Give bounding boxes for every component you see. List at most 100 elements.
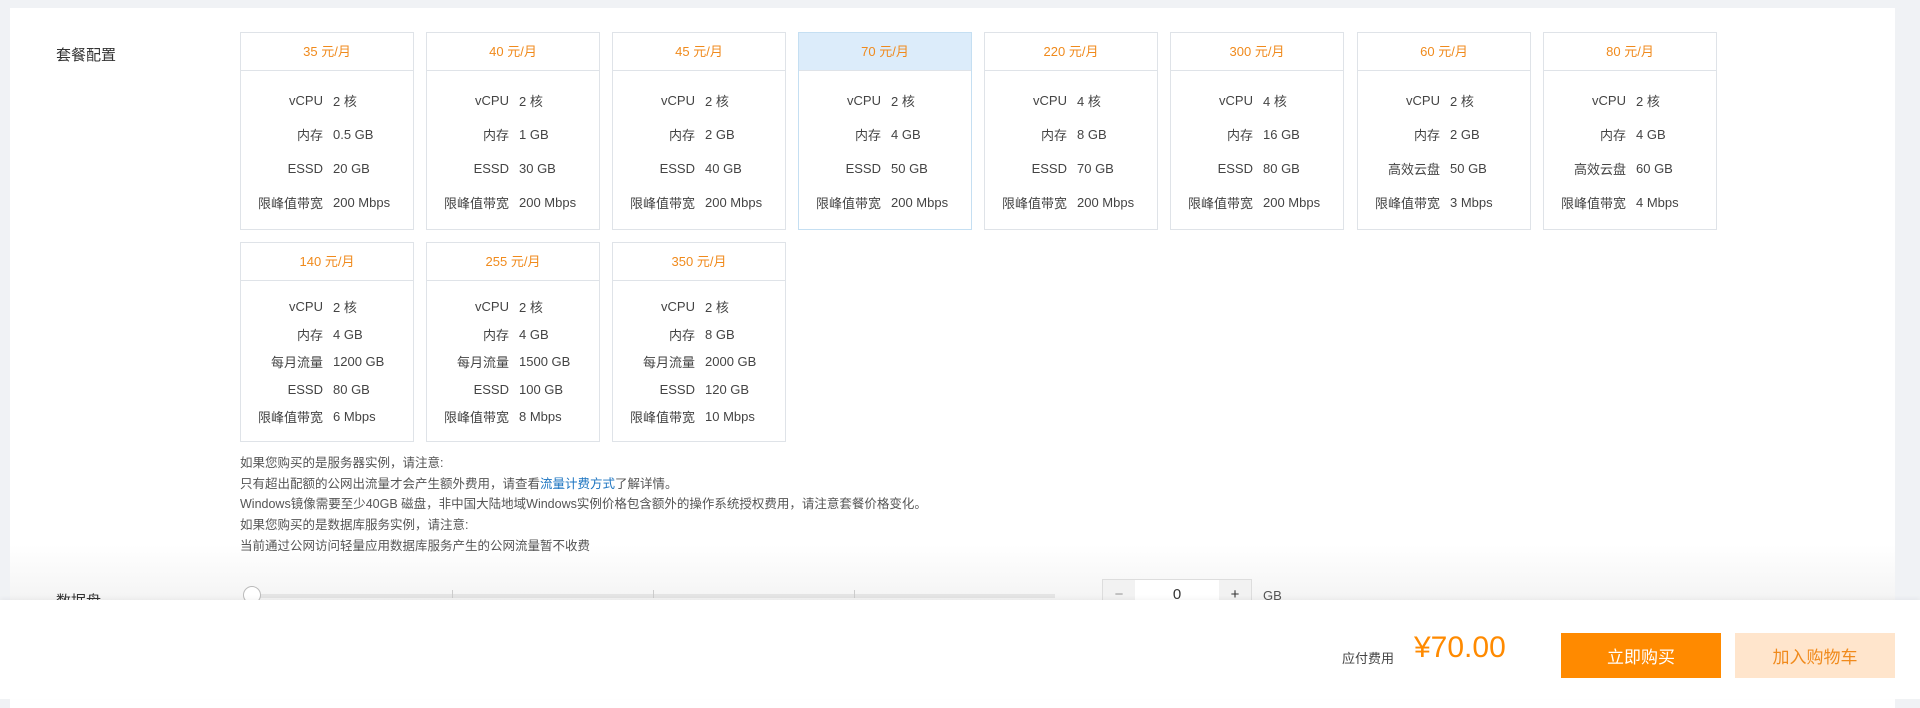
spec-value: 80 GB xyxy=(1263,160,1300,176)
spec-label: 内存 xyxy=(668,127,695,143)
add-to-cart-button[interactable]: 加入购物车 xyxy=(1735,633,1895,678)
spec-value: 2 核 xyxy=(519,300,543,316)
note-line: 只有超出配额的公网出流量才会产生额外费用，请查看流量计费方式了解详情。 xyxy=(240,474,927,495)
spec-row: vCPU 2 核 xyxy=(799,83,971,117)
spec-label: 内存 xyxy=(482,327,509,343)
note-line: 如果您购买的是服务器实例，请注意: xyxy=(240,456,444,470)
spec-value: 2 核 xyxy=(333,93,357,109)
spec-label: vCPU xyxy=(661,299,695,315)
spec-row: 内存 4 GB xyxy=(427,321,599,349)
spec-value: 200 Mbps xyxy=(1077,194,1135,210)
plan-price: 300 元/月 xyxy=(1171,33,1343,71)
plan-card[interactable]: 140 元/月 vCPU 2 核内存 4 GB 每月流量 1200 GB ESSD 80 GB… xyxy=(240,242,414,442)
spec-label: vCPU xyxy=(475,92,509,108)
spec-label: 限峰值带宽 xyxy=(629,195,695,211)
spec-row: 内存 2 GB xyxy=(613,117,785,151)
spec-value: 1500 GB xyxy=(519,354,571,370)
plan-card[interactable]: 350 元/月 vCPU 2 核内存 8 GB 每月流量 2000 GB ESSD 120 G… xyxy=(612,242,786,442)
spec-value: 50 GB xyxy=(891,160,928,176)
spec-label: 限峰值带宽 xyxy=(629,410,695,426)
spec-label: vCPU xyxy=(1219,92,1253,108)
spec-label: ESSD xyxy=(473,381,509,397)
spec-label: 内存 xyxy=(854,127,881,143)
spec-label: ESSD xyxy=(287,160,323,176)
pay-label: 应付费用 xyxy=(1342,651,1395,666)
spec-label: 限峰值带宽 xyxy=(257,195,323,211)
spec-row: vCPU 2 核 xyxy=(613,293,785,321)
spec-row: 内存 0.5 GB xyxy=(241,117,413,151)
spec-row: vCPU 2 核 xyxy=(427,83,599,117)
spec-label: 内存 xyxy=(1413,127,1440,143)
spec-row: vCPU 2 核 xyxy=(613,83,785,117)
spec-label: ESSD xyxy=(287,381,323,397)
plan-card[interactable]: 255 元/月 vCPU 2 核内存 4 GB 每月流量 1500 GB ESSD 100 G… xyxy=(426,242,600,442)
spec-value: 1200 GB xyxy=(333,354,385,370)
spec-label: vCPU xyxy=(847,92,881,108)
plan-card[interactable]: 80 元/月 vCPU 2 核内存 4 GB 高效云盘 60 GB 限峰值带宽 4 Mbps xyxy=(1543,32,1717,230)
spec-value: 200 Mbps xyxy=(333,194,391,210)
spec-row: 内存 2 GB xyxy=(1358,117,1530,151)
spec-label: 高效云盘 xyxy=(1387,161,1440,177)
spec-value: 2 核 xyxy=(519,93,543,109)
spec-row: 内存 16 GB xyxy=(1171,117,1343,151)
plan-price: 220 元/月 xyxy=(985,33,1157,71)
spec-label: vCPU xyxy=(1592,92,1626,108)
spec-label: ESSD xyxy=(659,160,695,176)
spec-label: vCPU xyxy=(289,92,323,108)
spec-row: ESSD 120 GB xyxy=(613,376,785,404)
plan-price: 60 元/月 xyxy=(1358,33,1530,71)
spec-value: 4 Mbps xyxy=(1636,194,1679,210)
spec-row: 限峰值带宽 200 Mbps xyxy=(1171,185,1343,219)
plan-card[interactable]: 35 元/月 vCPU 2 核内存 0.5 GB ESSD 20 GB 限峰值带宽 200 M… xyxy=(240,32,414,230)
spec-row: 限峰值带宽 200 Mbps xyxy=(427,185,599,219)
spec-row: vCPU 2 核 xyxy=(1544,83,1716,117)
spec-row: ESSD 80 GB xyxy=(241,376,413,404)
note-text: 了解详情。 xyxy=(615,476,678,491)
spec-row: 限峰值带宽 200 Mbps xyxy=(799,185,971,219)
buy-now-button[interactable]: 立即购买 xyxy=(1561,633,1721,678)
spec-value: 100 GB xyxy=(519,381,564,397)
spec-row: ESSD 100 GB xyxy=(427,376,599,404)
spec-label: 内存 xyxy=(296,327,323,343)
note-line: 如果您购买的是数据库服务实例，请注意: xyxy=(240,518,469,533)
traffic-billing-link[interactable]: 流量计费方式 xyxy=(540,477,615,491)
slider-tick xyxy=(854,590,855,598)
notes: 如果您购买的是服务器实例，请注意: 只有超出配额的公网出流量才会产生额外费用，请… xyxy=(240,453,927,557)
spec-label: 内存 xyxy=(296,127,323,143)
spec-value: 8 GB xyxy=(1077,126,1107,142)
spec-row: 内存 8 GB xyxy=(985,117,1157,151)
spec-row: ESSD 80 GB xyxy=(1171,151,1343,185)
spec-row: vCPU 2 核 xyxy=(241,83,413,117)
spec-value: 4 核 xyxy=(1263,93,1287,109)
spec-label: vCPU xyxy=(1033,92,1067,108)
spec-label: 限峰值带宽 xyxy=(443,195,509,211)
spec-label: ESSD xyxy=(1031,160,1067,176)
spec-label: vCPU xyxy=(661,92,695,108)
plan-card[interactable]: 70 元/月 vCPU 2 核内存 4 GB ESSD 50 GB 限峰值带宽 200 Mbp… xyxy=(798,32,972,230)
data-disk-slider[interactable] xyxy=(243,586,1055,604)
slider-tick xyxy=(452,590,453,598)
plan-price: 40 元/月 xyxy=(427,33,599,71)
spec-value: 2 核 xyxy=(1450,93,1474,109)
spec-value: 2 核 xyxy=(705,93,729,109)
total-price: ¥70.00 xyxy=(1414,631,1506,664)
spec-value: 0.5 GB xyxy=(333,126,374,142)
spec-row: 限峰值带宽 4 Mbps xyxy=(1544,185,1716,219)
plan-price: 45 元/月 xyxy=(613,33,785,71)
spec-row: 每月流量 1200 GB xyxy=(241,348,413,376)
spec-value: 120 GB xyxy=(705,381,750,397)
plan-card[interactable]: 300 元/月 vCPU 4 核内存 16 GB ESSD 80 GB 限峰值带宽 200 M… xyxy=(1170,32,1344,230)
plan-card[interactable]: 45 元/月 vCPU 2 核内存 2 GB ESSD 40 GB 限峰值带宽 200 Mbp… xyxy=(612,32,786,230)
plan-card[interactable]: 40 元/月 vCPU 2 核内存 1 GB ESSD 30 GB 限峰值带宽 200 Mbp… xyxy=(426,32,600,230)
spec-row: 限峰值带宽 8 Mbps xyxy=(427,403,599,431)
spec-value: 16 GB xyxy=(1263,126,1300,142)
spec-row: 每月流量 1500 GB xyxy=(427,348,599,376)
spec-value: 4 GB xyxy=(891,126,921,142)
spec-label: 限峰值带宽 xyxy=(1374,195,1440,211)
spec-value: 2 核 xyxy=(891,93,915,109)
spec-row: vCPU 2 核 xyxy=(241,293,413,321)
spec-row: ESSD 40 GB xyxy=(613,151,785,185)
plan-price: 255 元/月 xyxy=(427,243,599,281)
plan-card[interactable]: 220 元/月 vCPU 4 核内存 8 GB ESSD 70 GB 限峰值带宽 200 Mb… xyxy=(984,32,1158,230)
plan-card[interactable]: 60 元/月 vCPU 2 核内存 2 GB 高效云盘 50 GB 限峰值带宽 3 Mbps xyxy=(1357,32,1531,230)
